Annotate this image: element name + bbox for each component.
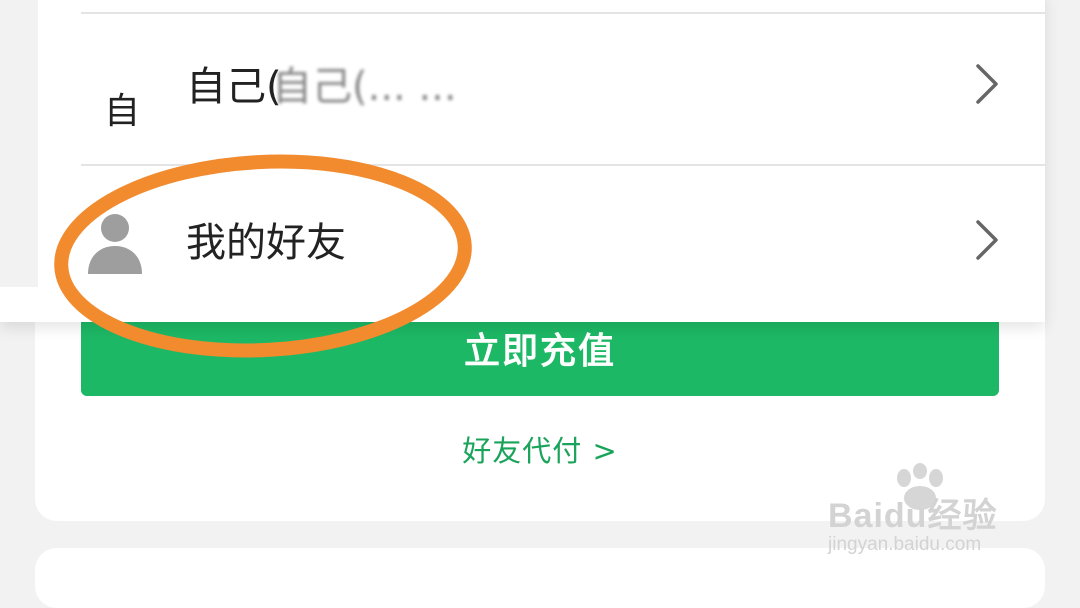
option-my-friends[interactable]: 我的好友 <box>0 166 1045 306</box>
divider <box>81 12 1045 14</box>
recharge-button-label: 立即充值 <box>463 331 616 372</box>
option-self-detail: 自己(... ... <box>272 64 457 110</box>
self-avatar: 自 <box>104 91 140 132</box>
option-self-label: 自己( <box>186 64 282 110</box>
pay-for-sheet: 自 自己( 自己(... ... 我的好友 <box>0 0 1045 322</box>
person-icon <box>88 214 142 274</box>
watermark-domain: jingyan.baidu.com <box>828 534 982 555</box>
chevron-right-icon <box>976 64 998 104</box>
option-self[interactable]: 自 自己( 自己(... ... <box>0 16 1045 156</box>
watermark-brand: Baidu经验 <box>828 497 998 535</box>
option-my-friends-label: 我的好友 <box>186 220 346 266</box>
chevron-right-icon <box>976 220 998 260</box>
baidu-watermark: Baidu经验 jingyan.baidu.com <box>828 462 1028 572</box>
